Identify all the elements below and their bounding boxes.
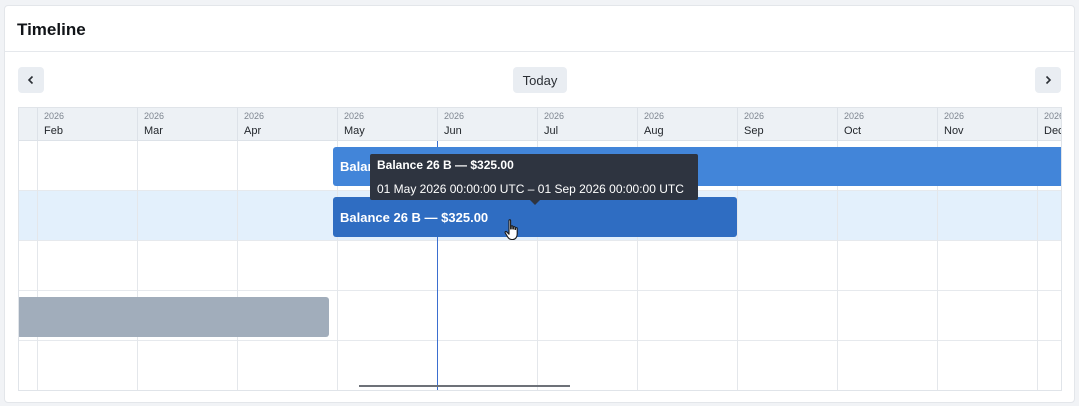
year-label: 2026 <box>944 111 965 121</box>
year-label: 2026 <box>344 111 365 121</box>
hand-cursor-icon <box>504 219 518 241</box>
year-label: 2026 <box>544 111 565 121</box>
today-button[interactable]: Today <box>513 67 567 93</box>
year-label: 2026 <box>444 111 465 121</box>
month-gridline <box>137 141 138 390</box>
month-header-cell: 2026 Dec <box>1037 108 1062 141</box>
year-label: 2026 <box>644 111 665 121</box>
previous-button[interactable] <box>18 67 44 93</box>
timeline-event-bar[interactable] <box>19 297 329 337</box>
month-header-cell: 2026 Jun <box>437 108 537 141</box>
month-label: Sep <box>744 125 764 137</box>
tooltip-date-range: 01 May 2026 00:00:00 UTC – 01 Sep 2026 0… <box>377 182 684 196</box>
month-header: 2026 Feb 2026 Mar 2026 Apr 2026 May 2026 Jun … <box>19 108 1061 141</box>
timeline-row[interactable] <box>19 241 1061 291</box>
tooltip-title: Balance 26 B — $325.00 <box>377 158 514 172</box>
chevron-right-icon <box>1045 75 1052 85</box>
next-button[interactable] <box>1035 67 1061 93</box>
month-label: Jul <box>544 125 559 137</box>
event-tooltip: Balance 26 B — $325.00 01 May 2026 00:00… <box>370 154 698 205</box>
month-header-cell: 2026 May <box>337 108 437 141</box>
month-label: Dec <box>1044 125 1062 137</box>
month-label: Feb <box>44 125 63 137</box>
month-header-cell: 2026 Nov <box>937 108 1037 141</box>
year-label: 2026 <box>144 111 165 121</box>
month-label: Mar <box>144 125 163 137</box>
month-header-cell: 2026 Apr <box>237 108 337 141</box>
year-label: 2026 <box>844 111 865 121</box>
page-title: Timeline <box>17 20 86 39</box>
month-header-cell: 2026 Jul <box>537 108 637 141</box>
tooltip-arrow <box>530 200 540 205</box>
month-header-cell: 2026 Sep <box>737 108 837 141</box>
month-label: Jun <box>444 125 462 137</box>
month-label: Oct <box>844 125 862 137</box>
chevron-left-icon <box>27 75 34 85</box>
month-label: May <box>344 125 365 137</box>
month-header-cell: 2026 Feb <box>37 108 137 141</box>
year-label: 2026 <box>244 111 265 121</box>
year-label: 2026 <box>44 111 65 121</box>
horizontal-scrollbar[interactable] <box>359 385 570 387</box>
card-header: Timeline <box>5 6 1074 52</box>
timeline-row[interactable] <box>19 341 1061 390</box>
month-label: Nov <box>944 125 964 137</box>
month-header-cell: 2026 Oct <box>837 108 937 141</box>
month-header-cell: 2026 Mar <box>137 108 237 141</box>
year-label: 2026 <box>744 111 765 121</box>
month-label: Aug <box>644 125 664 137</box>
year-label: 2026 <box>1044 111 1061 121</box>
month-header-cell: 2026 Aug <box>637 108 737 141</box>
month-label: Apr <box>244 125 262 137</box>
month-gridline <box>37 141 38 390</box>
timeline-grid: 2026 Feb 2026 Mar 2026 Apr 2026 May 2026 Jun … <box>18 107 1062 391</box>
month-gridline <box>237 141 238 390</box>
